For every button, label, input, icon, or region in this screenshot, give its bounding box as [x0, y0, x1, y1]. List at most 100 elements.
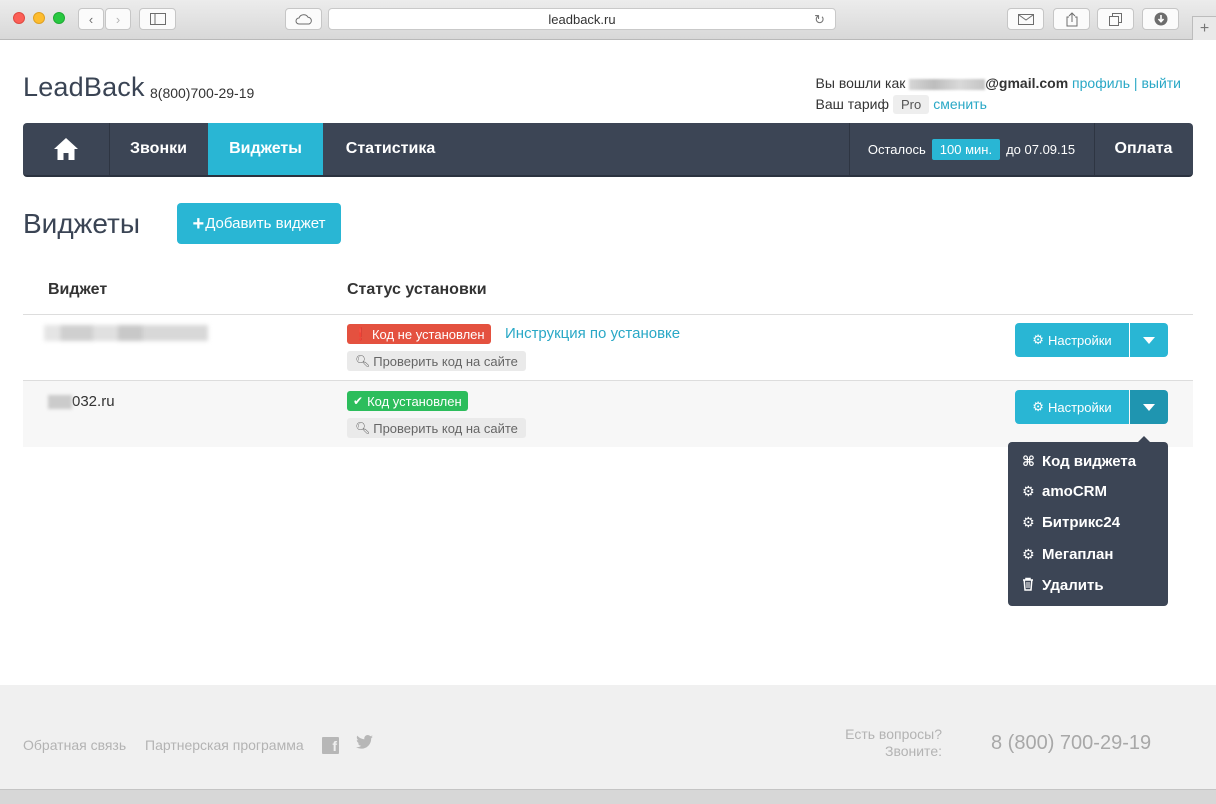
footer: Обратная связь Партнерская программа f Е…	[0, 685, 1216, 789]
minimize-window-button[interactable]	[33, 12, 45, 24]
settings-dropdown-menu: ⌘ Код виджета ⚙︎ amoCRM ⚙︎ Битрикс24 ⚙︎ Мега…	[1008, 436, 1168, 606]
alert-circle-icon: ❗	[353, 327, 368, 341]
feedback-link[interactable]: Обратная связь	[23, 737, 126, 753]
menu-item-label: amoCRM	[1042, 483, 1108, 500]
menu-item-delete[interactable]: Удалить	[1022, 577, 1104, 594]
nav-stats[interactable]: Статистика	[323, 123, 458, 175]
questions-text: Есть вопросы? Звоните:	[845, 726, 942, 760]
check-code-label: Проверить код на сайте	[373, 353, 518, 369]
address-bar[interactable]: leadback.ru ↻	[328, 8, 836, 30]
check-code-button[interactable]: 🔍︎ Проверить код на сайте	[347, 351, 526, 371]
downloads-button[interactable]	[1142, 8, 1179, 30]
menu-item-widget-code[interactable]: ⌘ Код виджета	[1022, 453, 1136, 470]
account-info: Вы вошли как @gmail.com профиль | выйти …	[816, 73, 1181, 115]
tariff-badge: Pro	[892, 95, 930, 114]
remain-label: Осталось	[867, 141, 926, 157]
profile-link[interactable]: профиль	[1072, 75, 1130, 91]
home-icon	[54, 138, 78, 160]
zoom-window-button[interactable]	[53, 12, 65, 24]
tabs-overview-button[interactable]	[1097, 8, 1134, 30]
close-window-button[interactable]	[13, 12, 25, 24]
back-button[interactable]: ‹	[78, 8, 104, 30]
menu-item-label: Мегаплан	[1042, 546, 1114, 563]
settings-split-button: ⚙︎ Настройки	[1015, 323, 1168, 357]
settings-split-button: ⚙︎ Настройки	[1015, 390, 1168, 424]
minutes-remaining: Осталось 100 мин. до 07.09.15	[849, 123, 1094, 175]
gear-icon: ⚙︎	[1032, 399, 1044, 414]
nav-calls[interactable]: Звонки	[109, 123, 208, 175]
column-header-status: Статус установки	[347, 281, 487, 298]
url-text: leadback.ru	[548, 11, 616, 27]
add-widget-label: Добавить виджет	[205, 215, 326, 232]
command-icon: ⌘	[1022, 453, 1035, 469]
settings-button[interactable]: ⚙︎ Настройки	[1015, 390, 1129, 424]
masked-site-name	[44, 325, 208, 341]
status-badge-not-installed: ❗ Код не установлен	[347, 324, 491, 344]
chevron-right-icon: ›	[115, 11, 121, 27]
site-name: 032.ru	[48, 393, 115, 410]
footer-phone: 8 (800) 700-29-19	[991, 732, 1152, 754]
add-widget-button[interactable]: + Добавить виджет	[177, 203, 341, 244]
gear-icon: ⚙︎	[1022, 546, 1035, 562]
download-icon	[1154, 12, 1167, 26]
share-icon	[1066, 11, 1077, 26]
search-icon: 🔍︎	[355, 354, 371, 368]
logged-in-label: Вы вошли как	[815, 75, 906, 91]
twitter-icon[interactable]	[356, 734, 373, 754]
caret-down-icon	[1143, 403, 1155, 411]
check-code-label: Проверить код на сайте	[373, 420, 518, 436]
gear-icon: ⚙︎	[1032, 332, 1044, 347]
gear-icon: ⚙︎	[1022, 483, 1035, 499]
link-divider: |	[1133, 75, 1138, 91]
cloud-icon	[295, 14, 312, 25]
share-email-button[interactable]	[1007, 8, 1044, 30]
tariff-label: Ваш тариф	[815, 96, 889, 112]
envelope-icon	[1017, 13, 1034, 25]
masked-prefix	[48, 395, 72, 410]
page-title: Виджеты	[23, 208, 140, 239]
facebook-icon[interactable]: f	[322, 737, 339, 754]
menu-item-megaplan[interactable]: ⚙︎ Мегаплан	[1022, 546, 1113, 563]
browser-toolbar: ‹ › leadback.ru ↻ +	[0, 0, 1216, 40]
logo[interactable]: LeadBack	[23, 72, 145, 103]
install-instruction-link[interactable]: Инструкция по установке	[505, 325, 680, 342]
new-tab-button[interactable]: +	[1192, 16, 1216, 40]
nav-home[interactable]	[23, 123, 109, 175]
nav-widgets[interactable]: Виджеты	[208, 123, 323, 175]
email-domain: @gmail.com	[985, 75, 1069, 91]
caret-down-icon	[1143, 336, 1155, 344]
status-text: Код установлен	[367, 393, 462, 409]
partner-program-link[interactable]: Партнерская программа	[145, 737, 304, 753]
nav-payment[interactable]: Оплата	[1094, 123, 1193, 175]
table-divider	[23, 314, 1193, 315]
sidebar-icon	[149, 13, 166, 25]
settings-label: Настройки	[1047, 332, 1112, 348]
check-code-button[interactable]: 🔍︎ Проверить код на сайте	[347, 418, 526, 438]
icloud-tabs-button[interactable]	[285, 8, 322, 30]
settings-dropdown-toggle[interactable]	[1130, 390, 1168, 424]
column-header-widget: Виджет	[48, 281, 108, 298]
reload-icon[interactable]: ↻	[814, 12, 825, 28]
sidebar-toggle-button[interactable]	[139, 8, 176, 30]
forward-button[interactable]: ›	[105, 8, 131, 30]
remain-until: до 07.09.15	[1006, 141, 1076, 157]
menu-item-label: Битрикс24	[1042, 514, 1121, 531]
settings-dropdown-toggle[interactable]	[1130, 323, 1168, 357]
chevron-left-icon: ‹	[88, 11, 94, 27]
settings-label: Настройки	[1047, 399, 1112, 415]
header-phone: 8(800)700-29-19	[150, 85, 255, 101]
checkmark-icon: ✔︎	[353, 394, 364, 408]
minutes-badge: 100 мин.	[931, 138, 1001, 160]
menu-item-amocrm[interactable]: ⚙︎ amoCRM	[1022, 483, 1107, 500]
call-line: Звоните:	[884, 743, 942, 759]
menu-item-bitrix24[interactable]: ⚙︎ Битрикс24	[1022, 514, 1120, 531]
status-text: Код не установлен	[371, 326, 485, 342]
browser-status-bar	[0, 789, 1216, 804]
status-badge-installed: ✔︎ Код установлен	[347, 391, 468, 411]
change-tariff-link[interactable]: сменить	[933, 96, 987, 112]
share-button[interactable]	[1053, 8, 1090, 30]
logout-link[interactable]: выйти	[1141, 75, 1181, 91]
settings-button[interactable]: ⚙︎ Настройки	[1015, 323, 1129, 357]
menu-item-label: Код виджета	[1042, 453, 1137, 470]
site-name-text: 032.ru	[72, 393, 115, 410]
